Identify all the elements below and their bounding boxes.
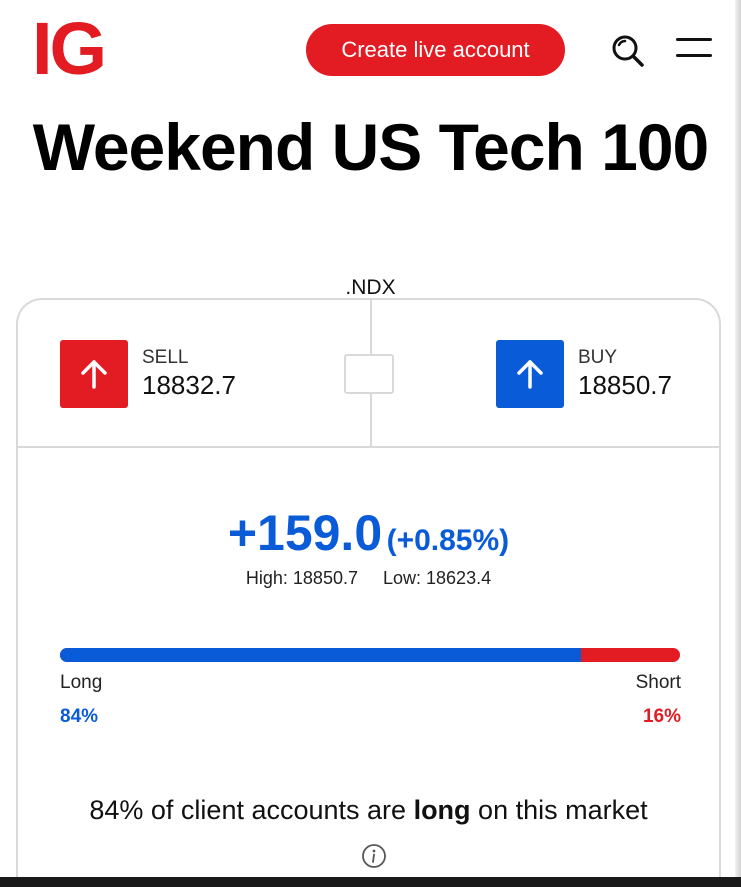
- page-title: Weekend US Tech 100: [32, 110, 710, 184]
- sell-arrow-box: [60, 340, 128, 408]
- sentiment-suffix: on this market: [470, 795, 648, 825]
- high-low: High: 18850.7 Low: 18623.4: [18, 568, 719, 589]
- menu-button[interactable]: [676, 38, 712, 62]
- sentiment-message: 84% of client accounts are long on this …: [78, 788, 659, 876]
- short-percent: 16%: [642, 706, 681, 727]
- search-button[interactable]: [608, 32, 648, 72]
- market-ticker: .NDX: [345, 276, 396, 299]
- high-value: High: 18850.7: [245, 568, 358, 588]
- change-value: +159.0: [227, 505, 383, 561]
- spread-box: [344, 354, 394, 394]
- buy-arrow-box: [496, 340, 564, 408]
- sell-label: SELL: [142, 347, 189, 368]
- sentiment-bar: [60, 648, 680, 662]
- market-card: SELL 18832.7 BUY 18850.7 +159.0 (+0.85%)…: [16, 298, 721, 887]
- sell-button[interactable]: SELL 18832.7: [60, 340, 236, 408]
- buy-button[interactable]: BUY 18850.7: [496, 340, 672, 408]
- buy-price: 18850.7: [578, 370, 672, 400]
- sentiment-long-fill: [60, 648, 581, 662]
- ig-logo[interactable]: IG: [32, 12, 107, 86]
- price-change: +159.0 (+0.85%): [18, 504, 719, 562]
- short-label: Short: [635, 672, 681, 693]
- long-label: Long: [60, 672, 103, 693]
- hamburger-menu-icon: [676, 54, 712, 57]
- arrow-up-icon: [81, 360, 107, 389]
- sentiment-direction: long: [413, 795, 471, 825]
- long-percent: 84%: [60, 706, 99, 727]
- low-value: Low: 18623.4: [383, 568, 492, 588]
- create-live-account-button[interactable]: Create live account: [306, 24, 565, 76]
- arrow-up-icon: [517, 360, 543, 389]
- deal-ticket: SELL 18832.7 BUY 18850.7: [18, 300, 719, 448]
- hamburger-menu-icon: [676, 38, 712, 41]
- change-percent: (+0.85%): [386, 524, 510, 557]
- info-icon[interactable]: [361, 843, 387, 869]
- sell-price: 18832.7: [142, 370, 236, 400]
- sentiment-prefix: 84% of client accounts are: [89, 795, 414, 825]
- bottom-bar: [0, 877, 741, 887]
- search-icon: [612, 35, 644, 67]
- site-header: IG Create live account: [0, 0, 741, 100]
- buy-label: BUY: [578, 347, 618, 368]
